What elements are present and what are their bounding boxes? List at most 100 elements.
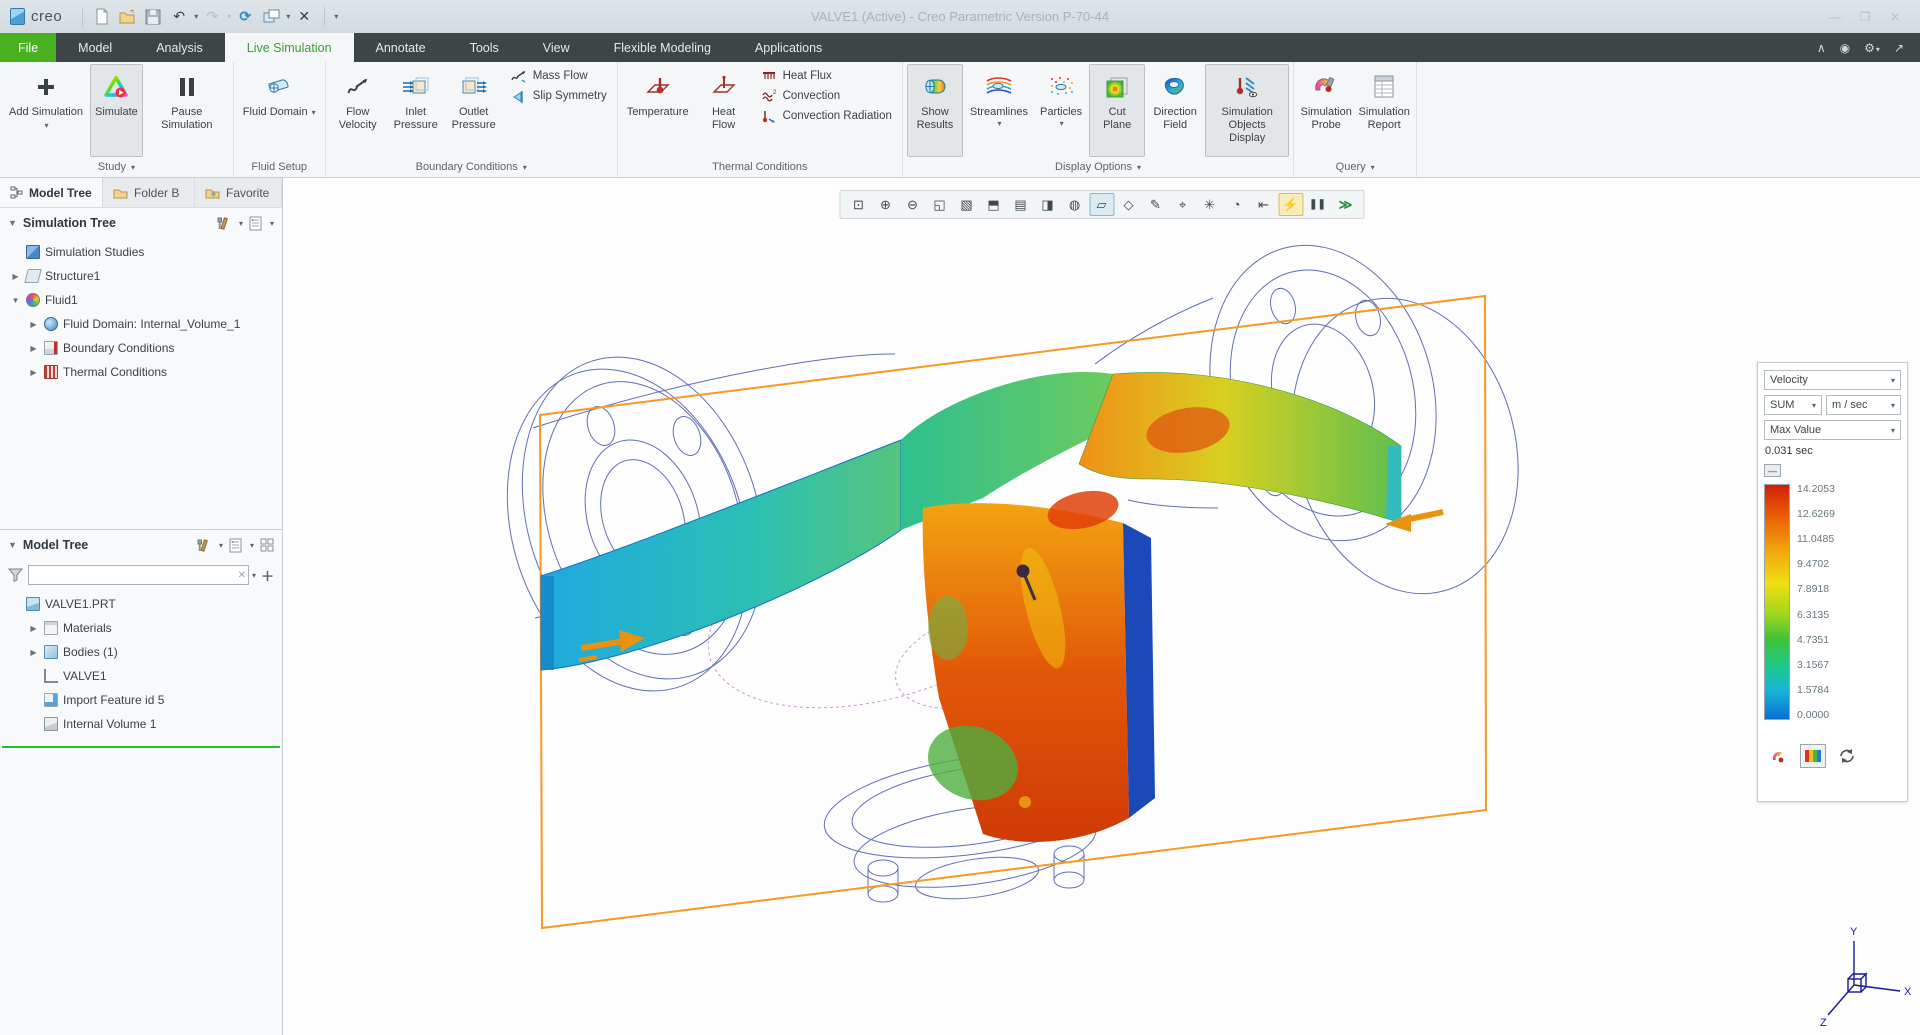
convection-button[interactable]: 2 Convection [760, 88, 892, 104]
open-file-button[interactable] [115, 5, 139, 29]
streamlines-button[interactable]: Streamlines ▾ [965, 64, 1033, 157]
dropdown-caret-icon[interactable]: ▾ [270, 219, 274, 228]
expander-icon[interactable]: ▼ [10, 296, 21, 305]
ribbon-tab[interactable]: Applications [733, 33, 844, 62]
simulation-tree-item[interactable]: ▶ Fluid Domain: Internal_Volume_1 [0, 312, 282, 336]
particles-button[interactable]: Particles ▾ [1035, 64, 1087, 157]
color-scale-bar[interactable] [1764, 484, 1790, 720]
dropdown-caret-icon[interactable]: ▾ [286, 12, 290, 21]
expander-icon[interactable]: ▶ [28, 344, 39, 353]
expander-icon[interactable]: ▶ [28, 368, 39, 377]
view-normal-icon[interactable]: ◨ [1035, 193, 1060, 216]
inlet-pressure-button[interactable]: Inlet Pressure [388, 64, 444, 157]
tree-filters-icon[interactable] [229, 538, 243, 553]
settings-gear-icon[interactable]: ⚙▾ [1864, 41, 1880, 55]
dropdown-caret-icon[interactable]: ▾ [239, 219, 243, 228]
temperature-button[interactable]: Temperature [622, 64, 694, 157]
model-tree-item[interactable]: ▶ Materials [0, 616, 282, 640]
graphics-area[interactable]: ⊡ ⊕ ⊖ ◱ ▧ ⬒ ▤ [283, 178, 1920, 1035]
simulate-button[interactable]: Simulate [90, 64, 143, 157]
ribbon-tab[interactable]: File [0, 33, 56, 62]
collapse-legend-button[interactable]: — [1764, 464, 1781, 477]
collapse-section-icon[interactable]: ▼ [8, 218, 17, 228]
units-dropdown[interactable]: m / sec ▾ [1826, 395, 1901, 415]
group-label-study[interactable]: Study▾ [4, 157, 229, 177]
mass-flow-button[interactable]: Mass Flow [510, 68, 607, 84]
group-label-query[interactable]: Query▾ [1298, 157, 1412, 177]
ribbon-tab[interactable]: Live Simulation [225, 33, 354, 62]
quantity-dropdown[interactable]: Velocity ▾ [1764, 370, 1901, 390]
model-tree-item[interactable]: ▶ Bodies (1) [0, 640, 282, 664]
repaint-icon[interactable]: ▧ [954, 193, 979, 216]
model-tree-item[interactable]: VALVE1 [0, 664, 282, 688]
show-cut-plane-icon[interactable]: ▱ [1089, 193, 1114, 216]
legend-probe-button[interactable] [1766, 744, 1792, 768]
minimize-icon[interactable]: — [1824, 10, 1846, 24]
group-label-thermal[interactable]: Thermal Conditions [622, 157, 898, 177]
group-label-fluid-setup[interactable]: Fluid Setup [238, 157, 321, 177]
expander-icon[interactable]: ▶ [28, 648, 39, 657]
ribbon-tab[interactable]: Model [56, 33, 134, 62]
expander-icon[interactable]: ▶ [28, 624, 39, 633]
pause-display-icon[interactable]: ❚❚ [1305, 193, 1330, 216]
dropdown-caret-icon[interactable]: ▾ [252, 571, 256, 580]
simulation-probe-button[interactable]: Simulation Probe [1298, 64, 1354, 157]
realtime-display-icon[interactable]: ◔ [1224, 193, 1249, 216]
close-window-button[interactable]: ✕ [292, 5, 316, 29]
legend-colorbar-button[interactable] [1800, 744, 1826, 768]
windows-button[interactable] [259, 5, 283, 29]
designate-area-icon[interactable]: ⌖ [1170, 193, 1195, 216]
collapse-section-icon[interactable]: ▼ [8, 540, 17, 550]
fluid-domain-button[interactable]: Fluid Domain ▾ [238, 64, 321, 157]
resource-center-icon[interactable]: ↗ [1894, 41, 1904, 55]
ribbon-tab[interactable]: Analysis [134, 33, 225, 62]
tree-filter-input[interactable] [28, 565, 249, 585]
simulation-tree-item[interactable]: ▼ Fluid1 [0, 288, 282, 312]
last-saved-view-icon[interactable]: ⇤ [1251, 193, 1276, 216]
tree-tools-icon[interactable] [196, 538, 212, 553]
spin-center-icon[interactable]: ✳ [1197, 193, 1222, 216]
fast-forward-icon[interactable]: ≫ [1332, 193, 1357, 216]
saved-views-icon[interactable]: ▤ [1008, 193, 1033, 216]
clear-filter-icon[interactable]: ✕ [238, 570, 246, 581]
command-search-icon[interactable]: ◉ [1840, 41, 1850, 55]
group-label-display[interactable]: Display Options▾ [907, 157, 1289, 177]
simulation-quality-icon[interactable]: ⚡ [1278, 193, 1303, 216]
model-tree-item[interactable]: VALVE1.PRT [0, 592, 282, 616]
outlet-pressure-button[interactable]: Outlet Pressure [446, 64, 502, 157]
dropdown-caret-icon[interactable]: ▾ [194, 12, 198, 21]
maximize-icon[interactable]: ❐ [1854, 10, 1876, 24]
customize-toolbar-caret-icon[interactable]: ▾ [334, 12, 338, 21]
tree-columns-icon[interactable] [260, 538, 274, 552]
add-filter-icon[interactable]: ＋ [261, 566, 274, 585]
tab-model-tree[interactable]: Model Tree [0, 178, 103, 207]
operator-dropdown[interactable]: SUM ▾ [1764, 395, 1822, 415]
simulation-tree-item[interactable]: ▶ Structure1 [0, 264, 282, 288]
zoom-region-icon[interactable]: ⊡ [846, 193, 871, 216]
refit-icon[interactable]: ◱ [927, 193, 952, 216]
filter-funnel-icon[interactable] [8, 568, 23, 582]
simulation-objects-display-button[interactable]: Simulation Objects Display [1205, 64, 1289, 157]
expander-icon[interactable]: ▶ [28, 320, 39, 329]
datum-display-icon[interactable]: ◇ [1116, 193, 1141, 216]
simulation-tree-item[interactable]: ▶ Boundary Conditions [0, 336, 282, 360]
ribbon-tab[interactable]: View [521, 33, 592, 62]
new-file-button[interactable] [89, 5, 113, 29]
expander-icon[interactable]: ▶ [10, 272, 21, 281]
ribbon-tab[interactable]: Tools [448, 33, 521, 62]
add-simulation-button[interactable]: Add Simulation ▾ [4, 64, 88, 157]
zoom-out-icon[interactable]: ⊖ [900, 193, 925, 216]
slip-symmetry-button[interactable]: Slip Symmetry [510, 88, 607, 104]
zoom-in-icon[interactable]: ⊕ [873, 193, 898, 216]
tab-favorites[interactable]: ✳ Favorite [195, 178, 282, 207]
direction-field-button[interactable]: Direction Field [1147, 64, 1203, 157]
tree-filters-icon[interactable] [249, 216, 263, 231]
group-label-boundary[interactable]: Boundary Conditions▾ [330, 157, 613, 177]
simulation-tree-item[interactable]: Simulation Studies [0, 240, 282, 264]
simulation-tree-item[interactable]: ▶ Thermal Conditions [0, 360, 282, 384]
heat-flux-button[interactable]: Heat Flux [760, 68, 892, 84]
convection-radiation-button[interactable]: Convection Radiation [760, 108, 892, 124]
ribbon-tab[interactable]: Flexible Modeling [592, 33, 733, 62]
annotation-display-icon[interactable]: ✎ [1143, 193, 1168, 216]
tab-folder-browser[interactable]: Folder B [103, 178, 195, 207]
